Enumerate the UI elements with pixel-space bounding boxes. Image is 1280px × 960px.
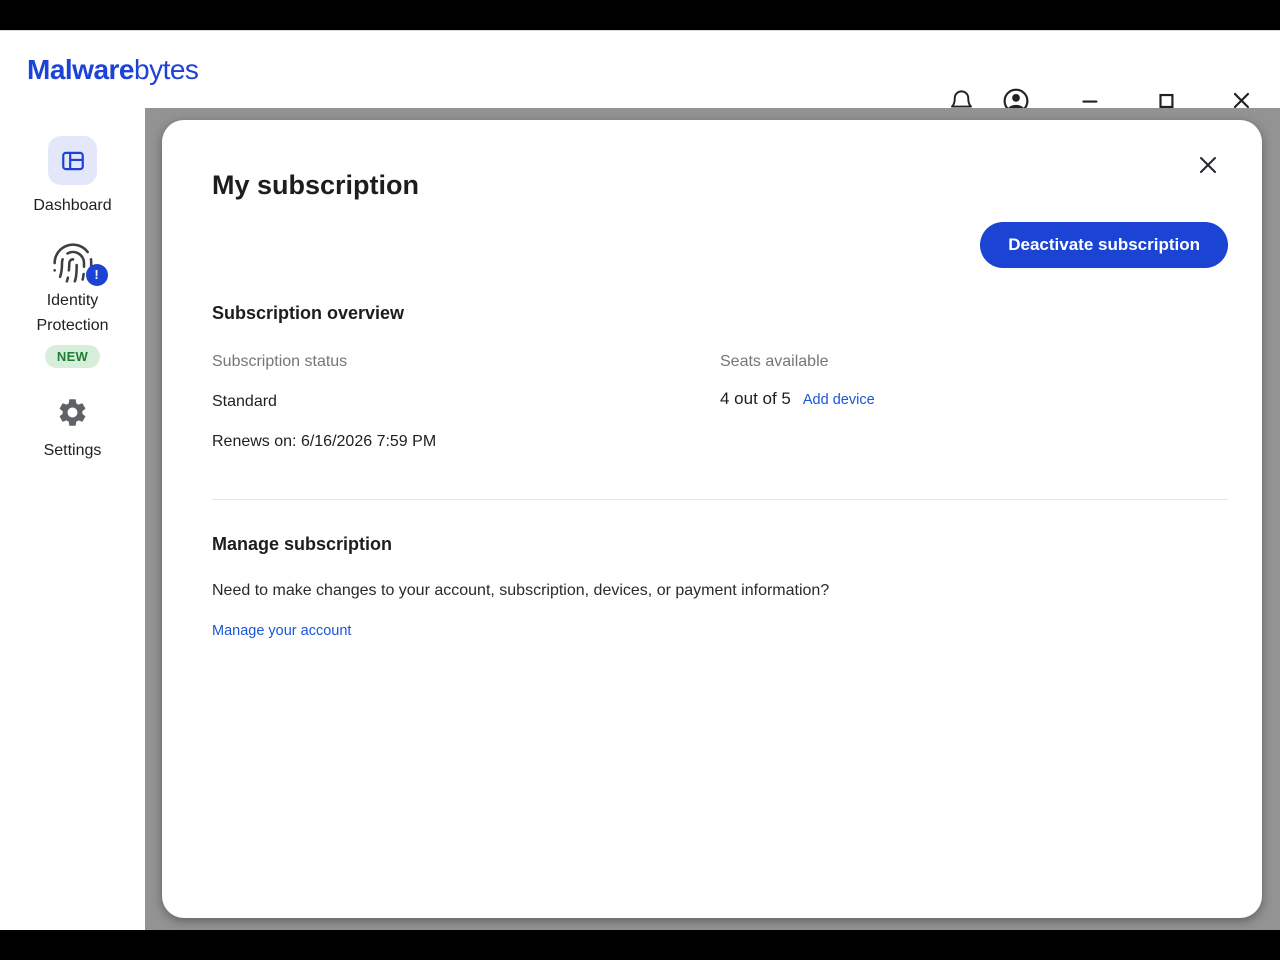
add-device-link[interactable]: Add device xyxy=(803,392,875,408)
main-region: Dashboard xyxy=(0,108,1280,930)
logo-text-regular: bytes xyxy=(134,54,198,85)
logo-text-bold: Malware xyxy=(27,54,134,85)
subscription-status-label: Subscription status xyxy=(212,353,347,371)
sidebar-item-settings[interactable]: Settings xyxy=(0,396,145,463)
gear-icon xyxy=(56,417,89,432)
seats-available-value: 4 out of 5 xyxy=(720,389,791,409)
app-header: Malwarebytes xyxy=(0,30,1280,108)
manage-description: Need to make changes to your account, su… xyxy=(212,582,829,600)
sidebar-item-label: Dashboard xyxy=(0,193,145,218)
subscription-status-value: Standard xyxy=(212,393,277,411)
malwarebytes-logo: Malwarebytes xyxy=(27,54,198,86)
letterbox-bar xyxy=(0,930,1280,960)
overview-heading: Subscription overview xyxy=(212,303,404,324)
manage-heading: Manage subscription xyxy=(212,534,392,555)
modal-close-button[interactable] xyxy=(1190,148,1226,184)
close-icon xyxy=(1196,153,1220,180)
seats-available-label: Seats available xyxy=(720,353,829,371)
sidebar-item-label: Identity xyxy=(0,288,145,313)
sidebar-item-label: Settings xyxy=(0,438,145,463)
manage-account-link[interactable]: Manage your account xyxy=(212,623,351,639)
section-divider xyxy=(212,499,1228,500)
deactivate-subscription-button[interactable]: Deactivate subscription xyxy=(980,222,1228,268)
seats-row: 4 out of 5 Add device xyxy=(720,389,875,409)
new-badge: NEW xyxy=(45,345,100,368)
sidebar-item-identity-protection[interactable]: ! Identity Protection NEW xyxy=(0,241,145,368)
page-title: My subscription xyxy=(212,170,419,201)
subscription-modal: My subscription Deactivate subscription … xyxy=(162,120,1262,918)
sidebar-item-dashboard[interactable]: Dashboard xyxy=(0,136,145,218)
alert-badge: ! xyxy=(86,264,108,286)
sidebar: Dashboard xyxy=(0,108,145,930)
sidebar-item-label: Protection xyxy=(0,313,145,338)
app-window: Malwarebytes xyxy=(0,0,1280,960)
dashboard-layout-icon xyxy=(48,136,97,185)
renewal-date-text: Renews on: 6/16/2026 7:59 PM xyxy=(212,433,436,451)
